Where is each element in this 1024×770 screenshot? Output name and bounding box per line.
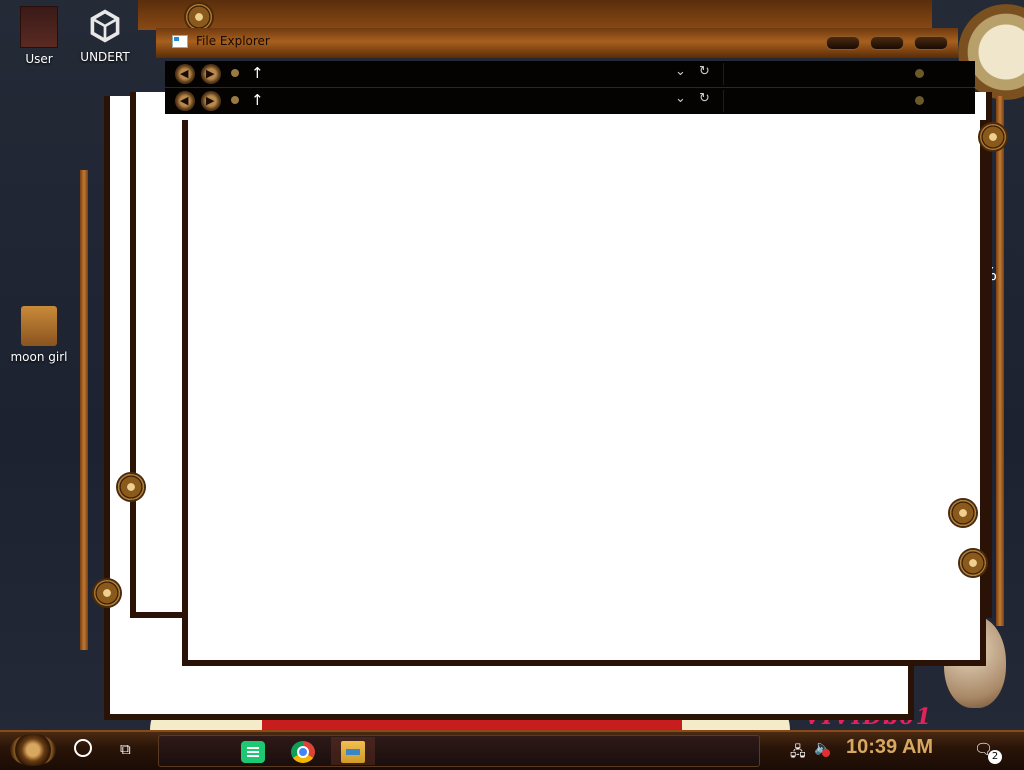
forward-arrow-icon: ▶ — [206, 94, 215, 107]
folder-icon — [21, 306, 57, 346]
gear-decoration — [980, 124, 1006, 150]
up-button[interactable]: ↑ — [251, 64, 264, 82]
gear-decoration — [186, 4, 212, 30]
close-button[interactable] — [914, 36, 948, 50]
refresh-button[interactable]: ↻ — [699, 64, 710, 79]
taskbar: ⧉ 🖧 🔈 10:39 AM 🗨 2 — [0, 730, 1024, 770]
address-bar[interactable] — [267, 90, 715, 112]
sticky-notes-icon[interactable] — [241, 741, 265, 763]
desktop-icon-undertale[interactable]: UNDERT — [72, 6, 138, 64]
forward-arrow-icon: ▶ — [206, 67, 215, 80]
gear-decoration — [118, 474, 144, 500]
caption-buttons — [826, 36, 948, 50]
address-bar[interactable] — [267, 63, 715, 85]
desktop-icon-label: UNDERT — [80, 50, 130, 64]
window-title: File Explorer — [196, 34, 270, 48]
search-icon — [915, 69, 924, 78]
clock[interactable]: 10:39 AM — [846, 736, 933, 759]
address-dropdown-icon[interactable]: ⌄ — [675, 64, 686, 79]
navigation-toolbar: ◀ ▶ ↑ ⌄ ↻ — [165, 61, 975, 87]
back-arrow-icon: ◀ — [180, 94, 189, 107]
search-box[interactable] — [723, 63, 934, 85]
desktop-icon-label: moon girl — [10, 350, 68, 364]
unity-icon — [90, 9, 120, 43]
back-button[interactable]: ◀ — [175, 64, 195, 84]
minimize-button[interactable] — [826, 36, 860, 50]
file-explorer-icon — [172, 35, 188, 48]
file-explorer-taskbar-icon[interactable] — [341, 741, 365, 763]
chrome-icon[interactable] — [291, 741, 315, 763]
task-view-icon[interactable]: ⧉ — [120, 740, 131, 758]
recent-locations-icon[interactable] — [231, 69, 239, 77]
gear-decoration — [94, 580, 120, 606]
network-icon[interactable]: 🖧 — [790, 741, 806, 765]
search-box[interactable] — [723, 90, 934, 112]
copper-pipe-decoration — [80, 170, 88, 650]
desktop-icon-user[interactable]: User — [6, 6, 72, 66]
start-button[interactable] — [10, 734, 56, 766]
back-button[interactable]: ◀ — [175, 91, 195, 111]
refresh-button[interactable]: ↻ — [699, 91, 710, 106]
up-button[interactable]: ↑ — [251, 91, 264, 109]
muted-badge — [822, 749, 830, 757]
background-window-1 — [182, 120, 986, 666]
back-arrow-icon: ◀ — [180, 67, 189, 80]
recent-locations-icon[interactable] — [231, 96, 239, 104]
search-icon — [915, 96, 924, 105]
desktop-icon-moon-girl[interactable]: moon girl — [6, 306, 72, 364]
address-dropdown-icon[interactable]: ⌄ — [675, 91, 686, 106]
forward-button[interactable]: ▶ — [201, 64, 221, 84]
copper-pipe-decoration — [996, 96, 1004, 626]
taskbar-apps — [158, 735, 760, 767]
user-folder-icon — [20, 6, 58, 48]
background-window-titlebar — [138, 0, 932, 30]
navigation-toolbar-secondary: ◀ ▶ ↑ ⌄ ↻ — [165, 88, 975, 114]
cortana-search-icon[interactable] — [74, 739, 92, 757]
forward-button[interactable]: ▶ — [201, 91, 221, 111]
notification-count-badge: 2 — [988, 750, 1002, 764]
desktop-icon-label: User — [25, 52, 53, 66]
gear-decoration — [950, 500, 976, 526]
window-titlebar[interactable]: File Explorer — [156, 28, 958, 58]
maximize-button[interactable] — [870, 36, 904, 50]
system-tray: 🖧 🔈 10:39 AM 🗨 2 — [770, 732, 1024, 768]
gear-decoration — [960, 550, 986, 576]
